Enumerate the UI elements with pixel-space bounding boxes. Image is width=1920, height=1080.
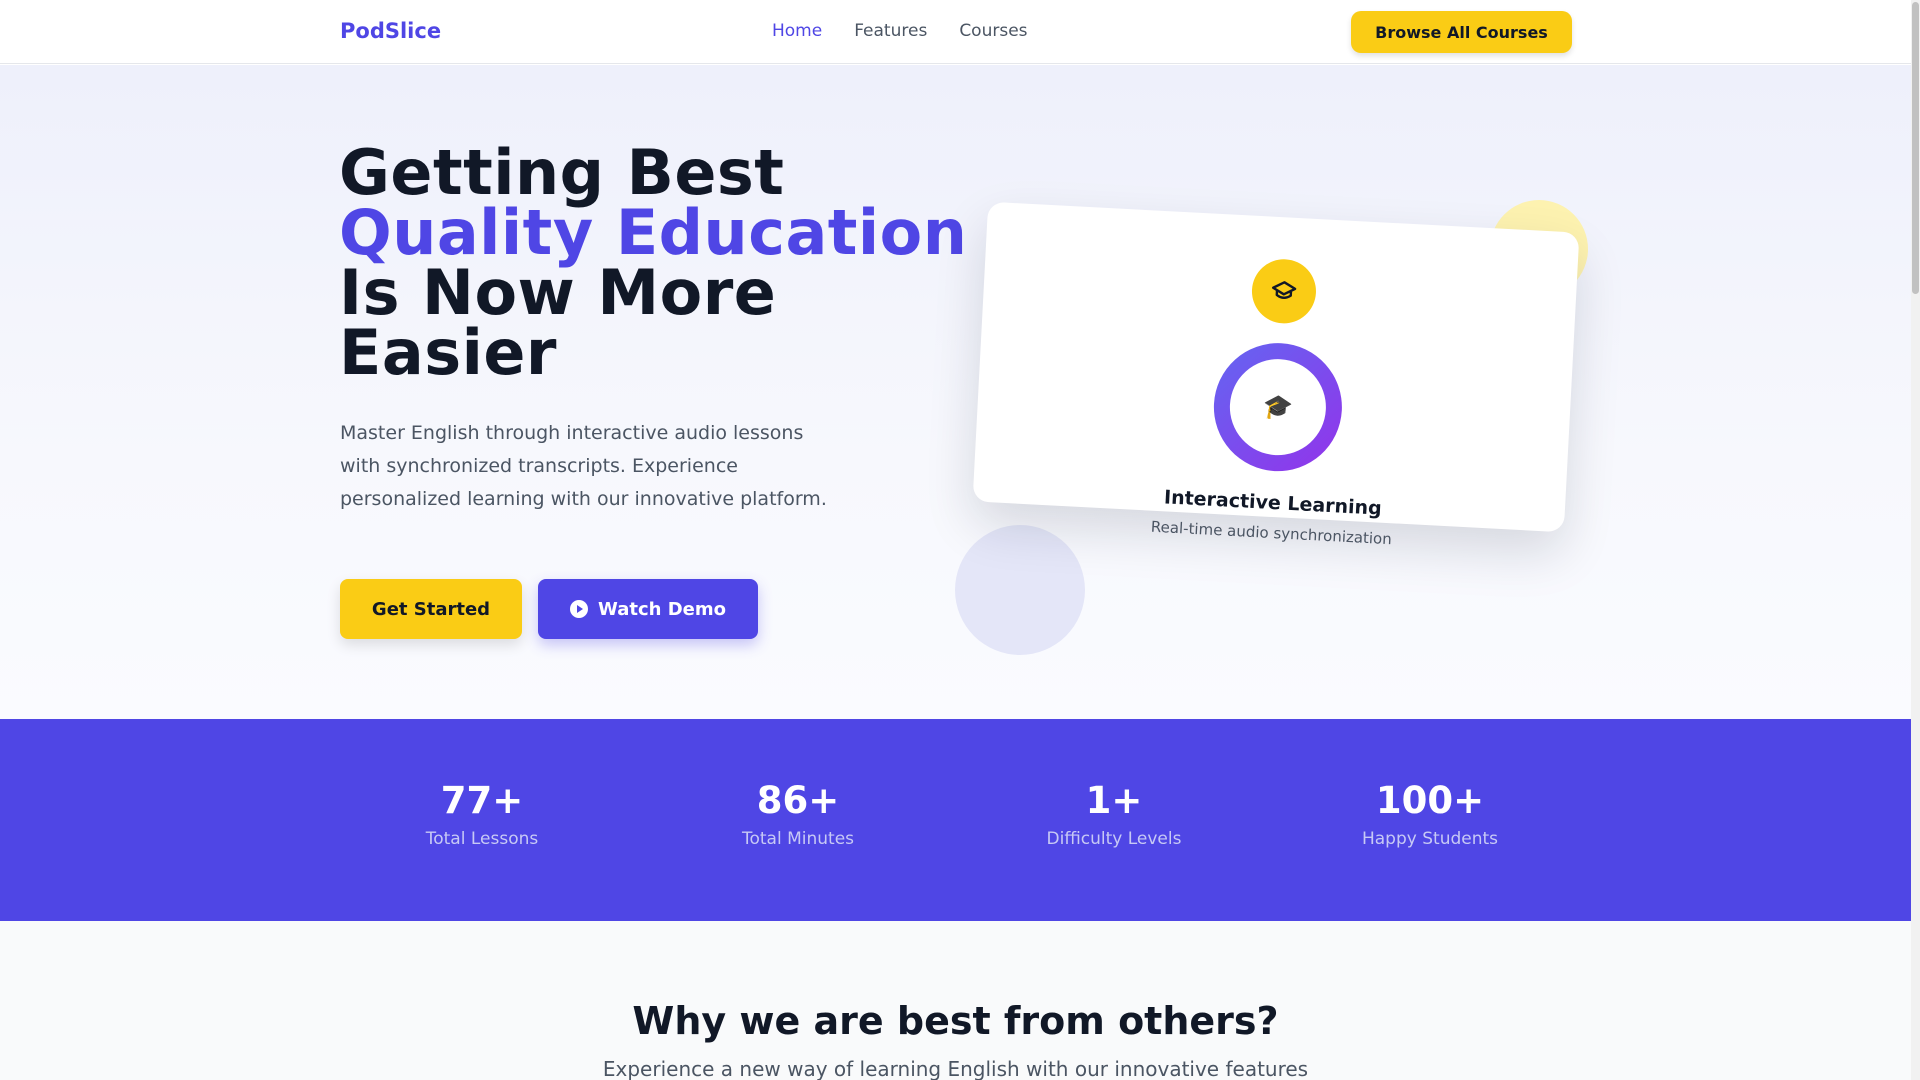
brand-logo[interactable]: PodSlice xyxy=(340,19,441,43)
graduation-emoji-icon: 🎓 xyxy=(1227,356,1329,458)
page: PodSlice Home Features Courses Browse Al… xyxy=(0,0,1911,1080)
why-title: Why we are best from others? xyxy=(632,999,1279,1043)
hero-title: Getting Best Quality Education Is Now Mor… xyxy=(339,142,979,384)
watch-demo-button[interactable]: Watch Demo xyxy=(538,579,758,639)
interactive-learning-card: 🎓 Interactive Learning Real-time audio s… xyxy=(972,201,1580,548)
browse-all-courses-button[interactable]: Browse All Courses xyxy=(1351,11,1572,53)
get-started-button[interactable]: Get Started xyxy=(340,579,522,639)
top-navbar: PodSlice Home Features Courses Browse Al… xyxy=(0,0,1911,64)
nav-link-features[interactable]: Features xyxy=(854,21,927,41)
watch-demo-label: Watch Demo xyxy=(598,598,726,620)
hero-section: Getting Best Quality Education Is Now Mor… xyxy=(0,65,1911,719)
progress-ring: 🎓 xyxy=(1210,339,1346,475)
nav-link-courses[interactable]: Courses xyxy=(959,21,1027,41)
stat-value: 77+ xyxy=(440,779,524,822)
nav-link-home[interactable]: Home xyxy=(772,21,822,41)
stat-label: Difficulty Levels xyxy=(1046,829,1182,849)
stats-section: 77+ Total Lessons 86+ Total Minutes 1+ D… xyxy=(0,719,1911,921)
stat-label: Total Lessons xyxy=(425,829,539,849)
stat-value: 1+ xyxy=(1085,779,1143,822)
graduation-cap-icon xyxy=(1250,257,1318,325)
page-scrollbar[interactable] xyxy=(1911,0,1920,1080)
decorative-purple-circle xyxy=(955,525,1085,655)
scrollbar-thumb[interactable] xyxy=(1912,2,1919,294)
nav-links: Home Features Courses xyxy=(772,21,1028,41)
stat-difficulty-levels: 1+ Difficulty Levels xyxy=(994,779,1234,849)
stat-total-lessons: 77+ Total Lessons xyxy=(362,779,602,849)
stat-label: Total Minutes xyxy=(741,829,855,849)
stat-value: 86+ xyxy=(756,779,840,822)
stat-happy-students: 100+ Happy Students xyxy=(1310,779,1550,849)
why-subtitle: Experience a new way of learning English… xyxy=(602,1057,1309,1080)
hero-title-line3: Is Now More Easier xyxy=(339,256,777,389)
stat-total-minutes: 86+ Total Minutes xyxy=(678,779,918,849)
play-icon xyxy=(570,600,588,618)
stat-value: 100+ xyxy=(1375,779,1485,822)
stat-label: Happy Students xyxy=(1361,829,1499,849)
hero-description: Master English through interactive audio… xyxy=(340,422,827,510)
why-section: Why we are best from others? Experience … xyxy=(0,921,1911,1080)
